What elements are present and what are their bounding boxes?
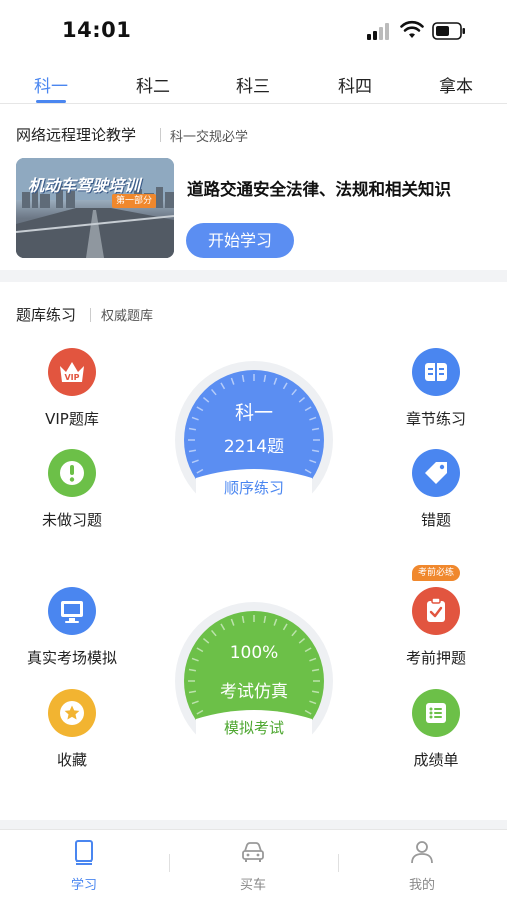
star-icon (48, 689, 96, 737)
vip-question-bank-label: VIP题库 (45, 410, 99, 428)
status-time: 14:01 (62, 18, 132, 42)
bottom-separator (0, 820, 507, 829)
bank-title-divider (90, 308, 91, 322)
bank-section-title: 题库练习 (16, 306, 77, 324)
study-book-icon (75, 840, 93, 865)
chapter-practice[interactable]: 章节练习 (386, 348, 486, 429)
nav-buy-car-label: 买车 (239, 878, 266, 893)
wifi-icon (400, 20, 424, 38)
pre-exam-badge: 考前必练 (412, 565, 461, 581)
banner-part-tag: 第一部分 (112, 194, 157, 208)
car-icon (242, 842, 264, 862)
score-report-label: 成绩单 (413, 751, 459, 769)
pre-exam-predict[interactable]: 考前必练 考前押题 (386, 565, 486, 668)
nav-study-label: 学习 (70, 878, 97, 893)
tab-subject-3[interactable]: 科三 (223, 72, 283, 97)
list-icon (412, 689, 460, 737)
remote-section-subtitle: 科一交规必学 (170, 130, 249, 145)
tab-subject-2[interactable]: 科二 (123, 72, 183, 97)
nav-mine[interactable]: 我的 (382, 838, 462, 893)
title-divider (160, 128, 161, 142)
bottom-navigation: 学习 买车 我的 (0, 829, 507, 900)
banner-heading: 机动车驾驶培训 (28, 176, 141, 195)
subject-tabs: 科一 科二 科三 科四 拿本 (0, 62, 507, 104)
tab-get-license[interactable]: 拿本 (426, 72, 486, 97)
undone-questions-label: 未做习题 (41, 511, 102, 529)
tag-icon (412, 449, 460, 497)
sequential-practice-gauge[interactable]: 科一 2214题 顺序练习 (174, 360, 334, 520)
real-exam-simulation-label: 真实考场模拟 (26, 649, 117, 667)
sequential-practice-button[interactable]: 顺序练习 (174, 477, 334, 498)
gauge-exam-mode-text: 考试仿真 (220, 682, 288, 702)
favorites-label: 收藏 (56, 751, 87, 769)
wrong-questions-label: 错题 (420, 511, 451, 529)
gauge-question-count: 2214题 (223, 437, 285, 457)
vip-question-bank[interactable]: VIP VIP题库 (22, 348, 122, 429)
favorites[interactable]: 收藏 (22, 689, 122, 770)
battery-icon (432, 22, 465, 40)
tab-subject-1[interactable]: 科一 (21, 72, 81, 97)
person-icon (411, 841, 433, 864)
bank-section-subtitle: 权威题库 (101, 309, 154, 324)
nav-mine-label: 我的 (408, 878, 435, 893)
gauge-subject-text: 科一 (234, 402, 273, 424)
undone-questions[interactable]: 未做习题 (22, 449, 122, 530)
status-bar: 14:01 (0, 0, 507, 62)
course-banner-image[interactable]: 机动车驾驶培训 第一部分 (16, 158, 174, 258)
gauge-percentage: 100% (229, 643, 279, 663)
vip-icon-text: VIP (64, 373, 80, 382)
mock-exam-gauge[interactable]: 100% 考试仿真 模拟考试 (174, 601, 334, 761)
start-learning-button[interactable]: 开始学习 (186, 223, 294, 258)
vip-icon: VIP (48, 348, 96, 396)
wrong-questions[interactable]: 错题 (386, 449, 486, 530)
nav-separator (169, 854, 170, 872)
pre-exam-predict-label: 考前押题 (405, 649, 466, 667)
section-separator (0, 270, 507, 282)
nav-separator (338, 854, 339, 872)
mock-exam-button[interactable]: 模拟考试 (174, 717, 334, 738)
clipboard-icon (412, 587, 460, 635)
tab-subject-4[interactable]: 科四 (325, 72, 385, 97)
active-tab-indicator (36, 100, 66, 103)
cellular-signal-icon (367, 22, 393, 40)
course-title[interactable]: 道路交通安全法律、法规和相关知识 (187, 176, 451, 200)
real-exam-simulation[interactable]: 真实考场模拟 (22, 587, 122, 668)
book-icon (412, 348, 460, 396)
remote-section-title: 网络远程理论教学 (16, 126, 137, 144)
nav-buy-car[interactable]: 买车 (213, 838, 293, 893)
exclamation-icon (48, 449, 96, 497)
monitor-icon (48, 587, 96, 635)
nav-study[interactable]: 学习 (44, 838, 124, 893)
chapter-practice-label: 章节练习 (405, 410, 466, 428)
score-report[interactable]: 成绩单 (386, 689, 486, 770)
